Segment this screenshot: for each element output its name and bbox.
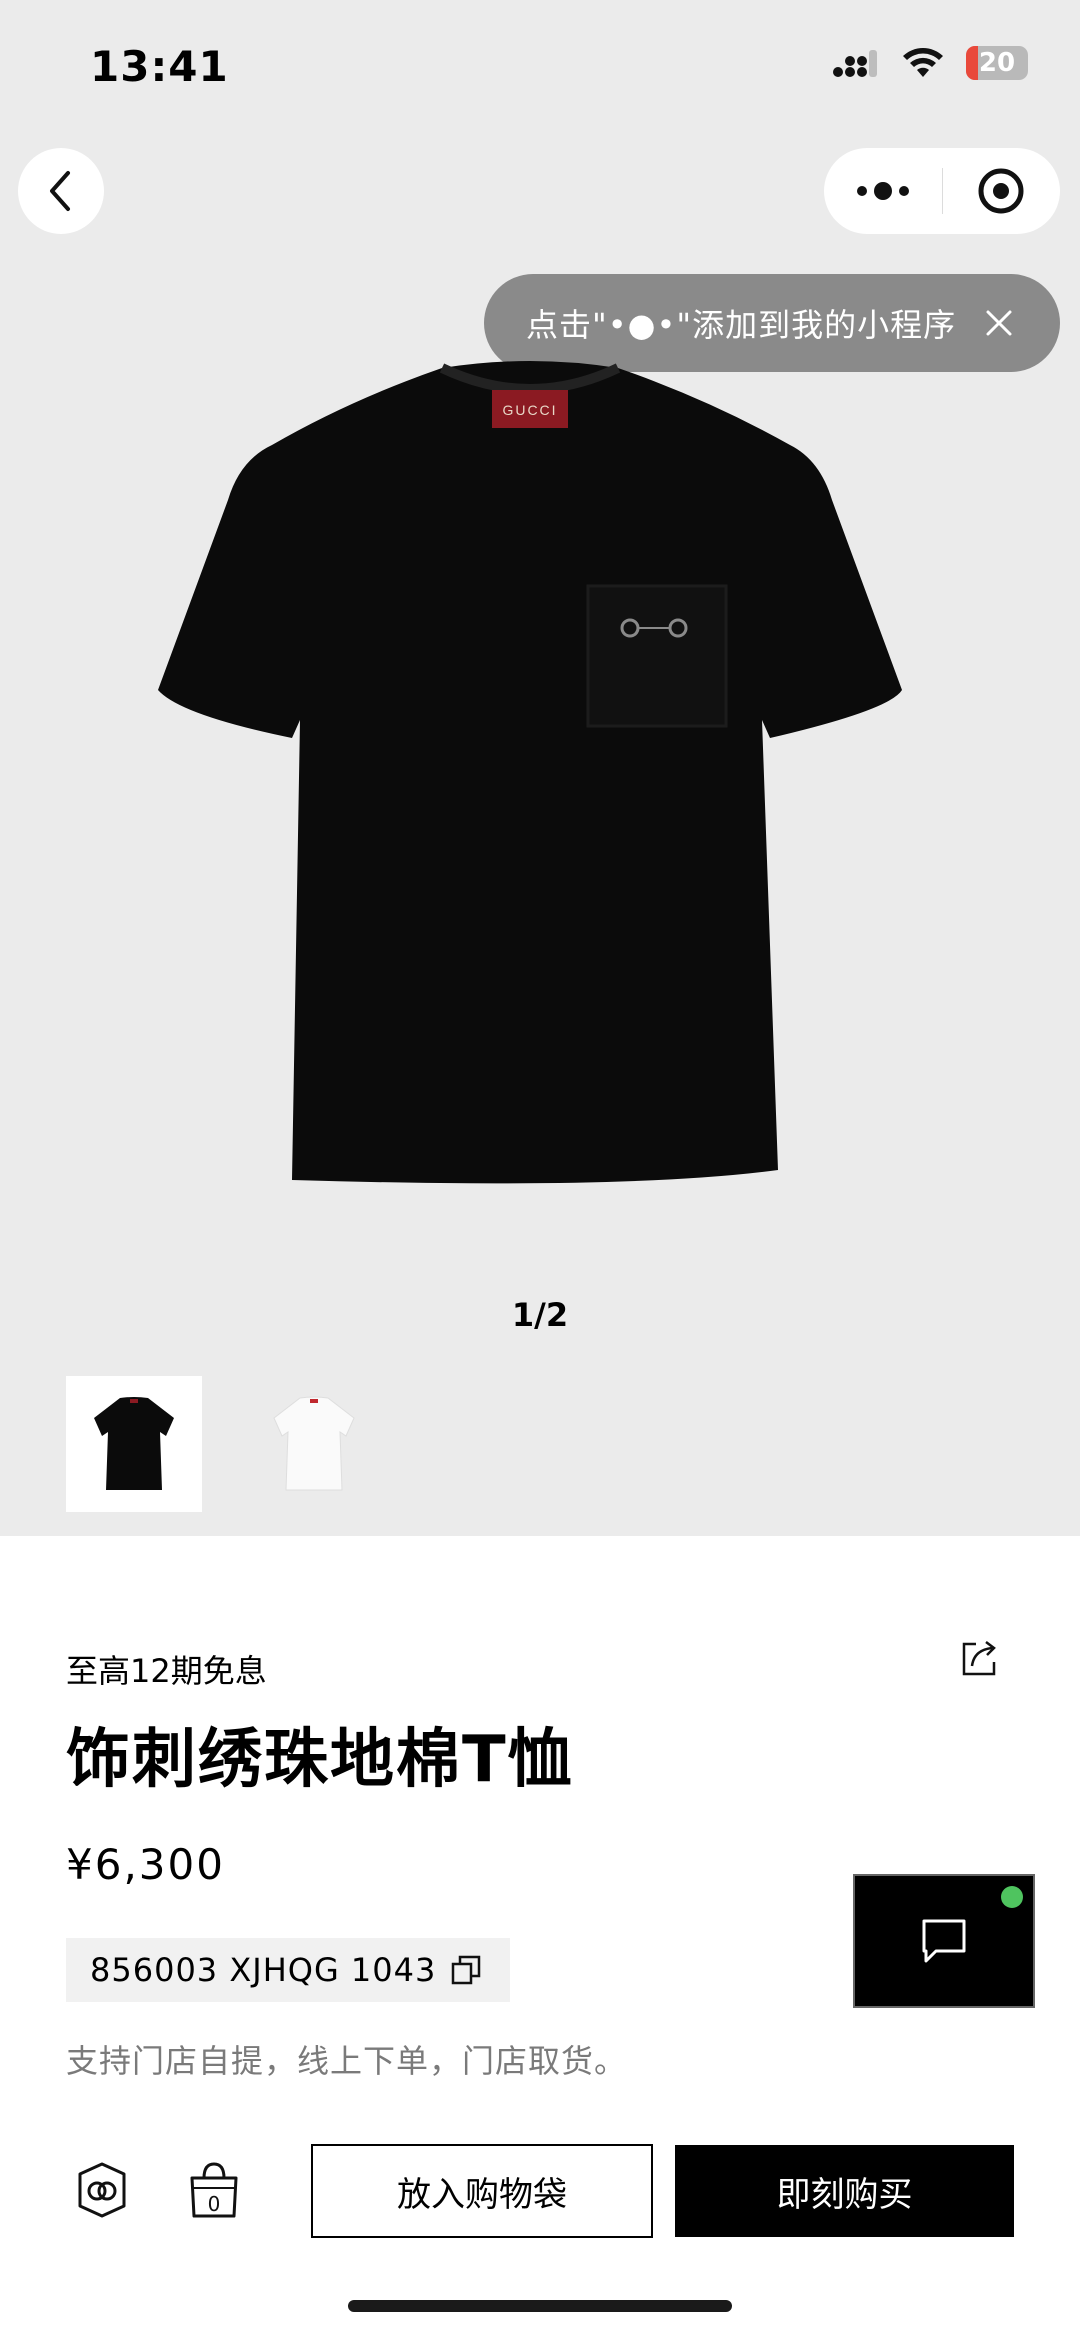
close-icon[interactable] xyxy=(984,308,1014,338)
copy-icon xyxy=(452,1955,481,1985)
back-button[interactable] xyxy=(18,148,104,234)
gucci-logo-icon[interactable] xyxy=(74,2160,130,2220)
battery-icon: 20 xyxy=(966,46,1028,80)
thumbnail-black[interactable] xyxy=(66,1376,202,1512)
more-dots-icon xyxy=(856,182,909,200)
close-mini-program-button[interactable] xyxy=(943,148,1061,234)
chat-button[interactable] xyxy=(853,1874,1035,2008)
back-icon xyxy=(50,171,70,211)
mini-program-capsule xyxy=(824,148,1060,234)
battery-level: 20 xyxy=(978,48,1016,78)
toast-text: 点击"•●•"添加到我的小程序 xyxy=(526,306,957,344)
sku-number: 856003 XJHQG 1043 xyxy=(90,1951,437,1989)
product-image: GUCCI xyxy=(158,361,902,1184)
product-price: ¥6,300 xyxy=(66,1840,225,1889)
signal-icon xyxy=(833,50,877,77)
bag-count: 0 xyxy=(208,2192,221,2216)
wifi-icon xyxy=(903,48,943,77)
thumbnail-white[interactable] xyxy=(246,1376,382,1512)
share-icon[interactable] xyxy=(960,1638,1000,1678)
installment-info: 至高12期免息 xyxy=(66,1652,267,1690)
thumbnail-white-image xyxy=(273,1396,355,1491)
more-button[interactable] xyxy=(824,148,942,234)
online-status-dot xyxy=(1001,1886,1023,1908)
gucci-label-text: GUCCI xyxy=(502,402,557,418)
product-gallery[interactable]: 13:41 20 点击"•●•"添加到我的小程序 GUCCI 1/2 xyxy=(0,0,1080,1536)
chat-icon xyxy=(922,1919,966,1963)
gallery-pager: 1/2 xyxy=(511,1296,569,1334)
home-indicator[interactable] xyxy=(348,2300,732,2312)
product-title: 饰刺绣珠地棉T恤 xyxy=(66,1723,574,1797)
bag-icon[interactable]: 0 xyxy=(186,2160,242,2220)
store-pickup-info: 支持门店自提，线上下单，门店取货。 xyxy=(66,2042,628,2080)
thumbnail-black-image xyxy=(94,1397,174,1490)
add-to-bag-button[interactable]: 放入购物袋 xyxy=(311,2144,653,2238)
status-icons: 20 xyxy=(832,46,1028,80)
buy-now-button[interactable]: 即刻购买 xyxy=(675,2145,1014,2237)
target-icon xyxy=(978,168,1024,214)
add-to-my-miniprogram-toast: 点击"•●•"添加到我的小程序 xyxy=(484,274,1060,372)
status-time: 13:41 xyxy=(90,42,229,91)
sku-copy-button[interactable]: 856003 XJHQG 1043 xyxy=(66,1938,510,2002)
